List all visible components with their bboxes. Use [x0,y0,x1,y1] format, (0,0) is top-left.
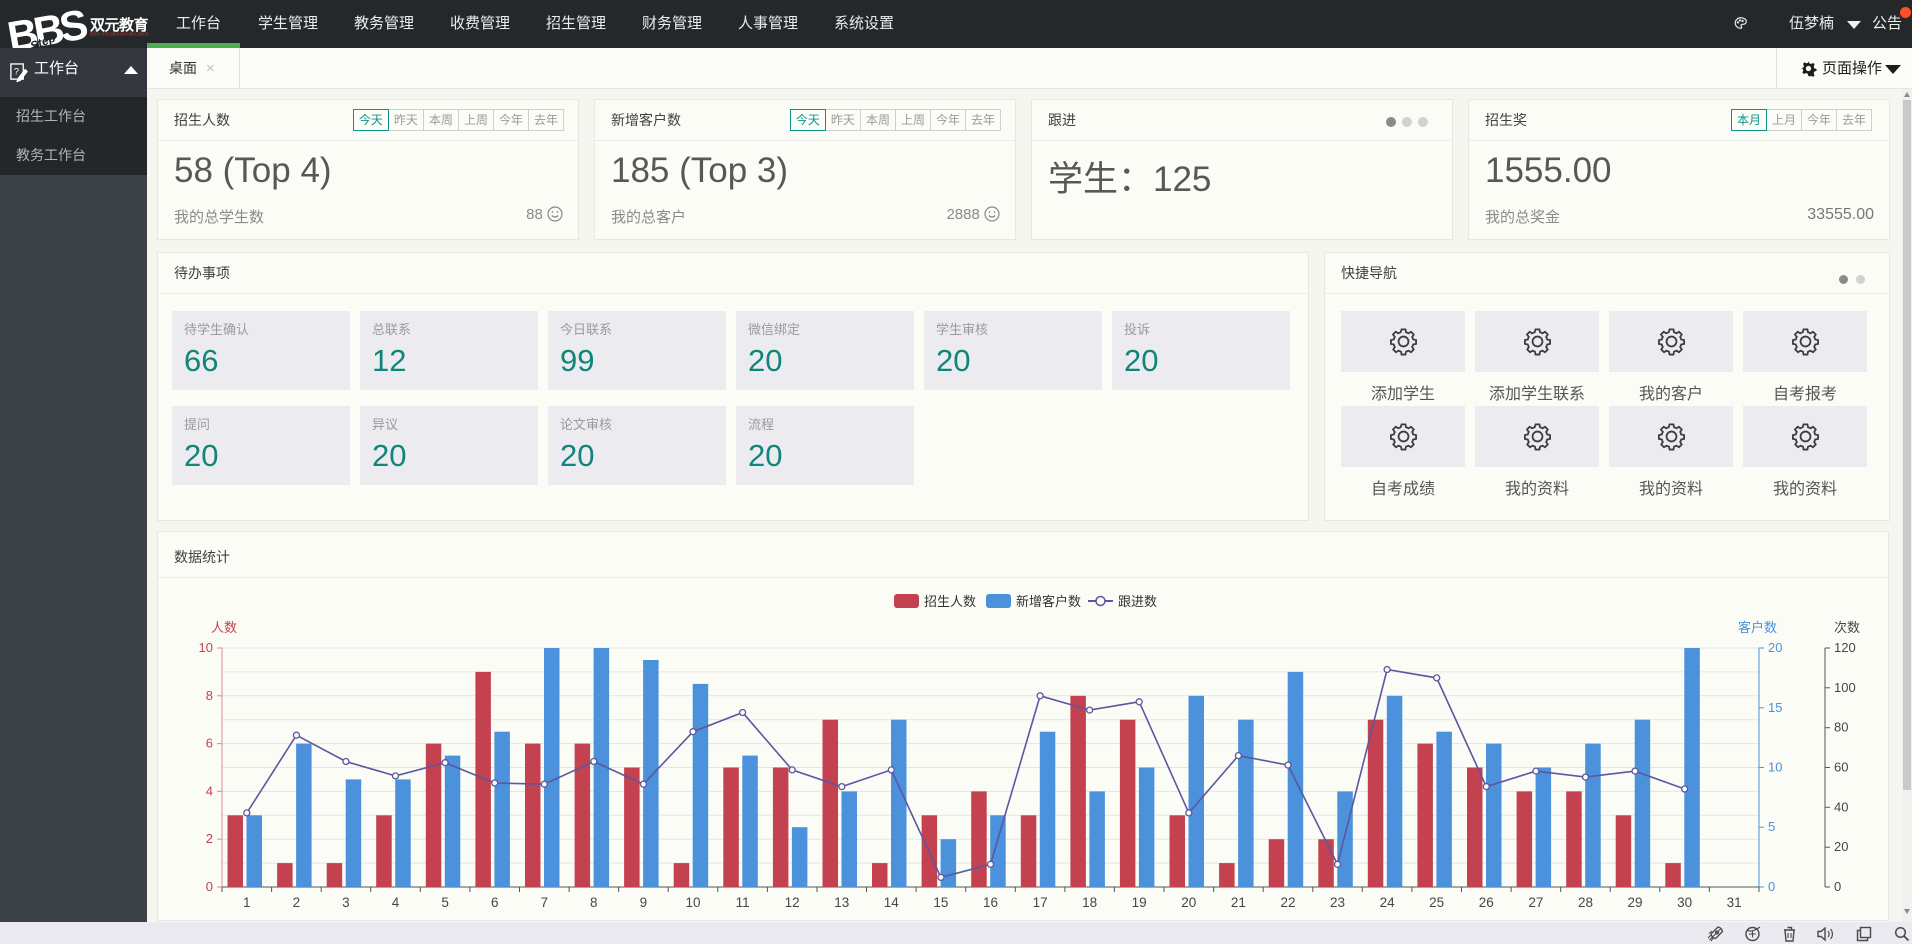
svg-text:0: 0 [1834,879,1841,894]
svg-text:60: 60 [1834,760,1848,775]
svg-text:100: 100 [1834,680,1856,695]
svg-text:10: 10 [1768,760,1782,775]
svg-text:24: 24 [1380,895,1396,910]
svg-text:20: 20 [1768,640,1782,655]
svg-text:26: 26 [1479,895,1494,910]
svg-text:25: 25 [1429,895,1444,910]
svg-text:18: 18 [1082,895,1097,910]
svg-text:28: 28 [1578,895,1593,910]
svg-text:16: 16 [983,895,998,910]
svg-text:5: 5 [441,895,449,910]
svg-text:2: 2 [206,831,213,846]
svg-text:0: 0 [1768,879,1775,894]
svg-text:跟进数: 跟进数 [1118,594,1157,609]
svg-text:23: 23 [1330,895,1345,910]
svg-text:6: 6 [491,895,499,910]
svg-text:5: 5 [1768,819,1775,834]
svg-text:招生人数: 招生人数 [924,594,976,609]
svg-text:21: 21 [1231,895,1246,910]
svg-text:15: 15 [1768,700,1782,715]
svg-text:29: 29 [1627,895,1642,910]
svg-text:1: 1 [243,895,251,910]
svg-text:20: 20 [1834,839,1848,854]
svg-text:80: 80 [1834,720,1848,735]
svg-text:30: 30 [1677,895,1692,910]
svg-text:20: 20 [1181,895,1196,910]
svg-text:12: 12 [785,895,800,910]
svg-text:6: 6 [206,736,213,751]
svg-text:11: 11 [736,895,750,910]
svg-text:客户数: 客户数 [1738,620,1777,635]
svg-text:7: 7 [541,895,549,910]
svg-text:15: 15 [933,895,948,910]
svg-text:8: 8 [206,688,213,703]
svg-text:次数: 次数 [1834,620,1860,635]
svg-text:2: 2 [293,895,301,910]
svg-text:人数: 人数 [211,620,237,635]
svg-text:22: 22 [1280,895,1295,910]
svg-text:3: 3 [342,895,350,910]
svg-text:10: 10 [685,895,700,910]
svg-text:0: 0 [206,879,213,894]
svg-text:4: 4 [206,783,213,798]
svg-text:19: 19 [1132,895,1147,910]
svg-text:10: 10 [199,640,213,655]
svg-text:新增客户数: 新增客户数 [1016,594,1081,609]
svg-text:8: 8 [590,895,598,910]
svg-text:4: 4 [392,895,400,910]
svg-text:40: 40 [1834,799,1848,814]
svg-text:120: 120 [1834,640,1856,655]
svg-text:17: 17 [1033,895,1048,910]
svg-text:9: 9 [640,895,648,910]
svg-text:?: ? [14,66,19,77]
svg-text:13: 13 [834,895,849,910]
svg-text:27: 27 [1528,895,1543,910]
svg-text:14: 14 [884,895,900,910]
svg-text:31: 31 [1727,895,1742,910]
